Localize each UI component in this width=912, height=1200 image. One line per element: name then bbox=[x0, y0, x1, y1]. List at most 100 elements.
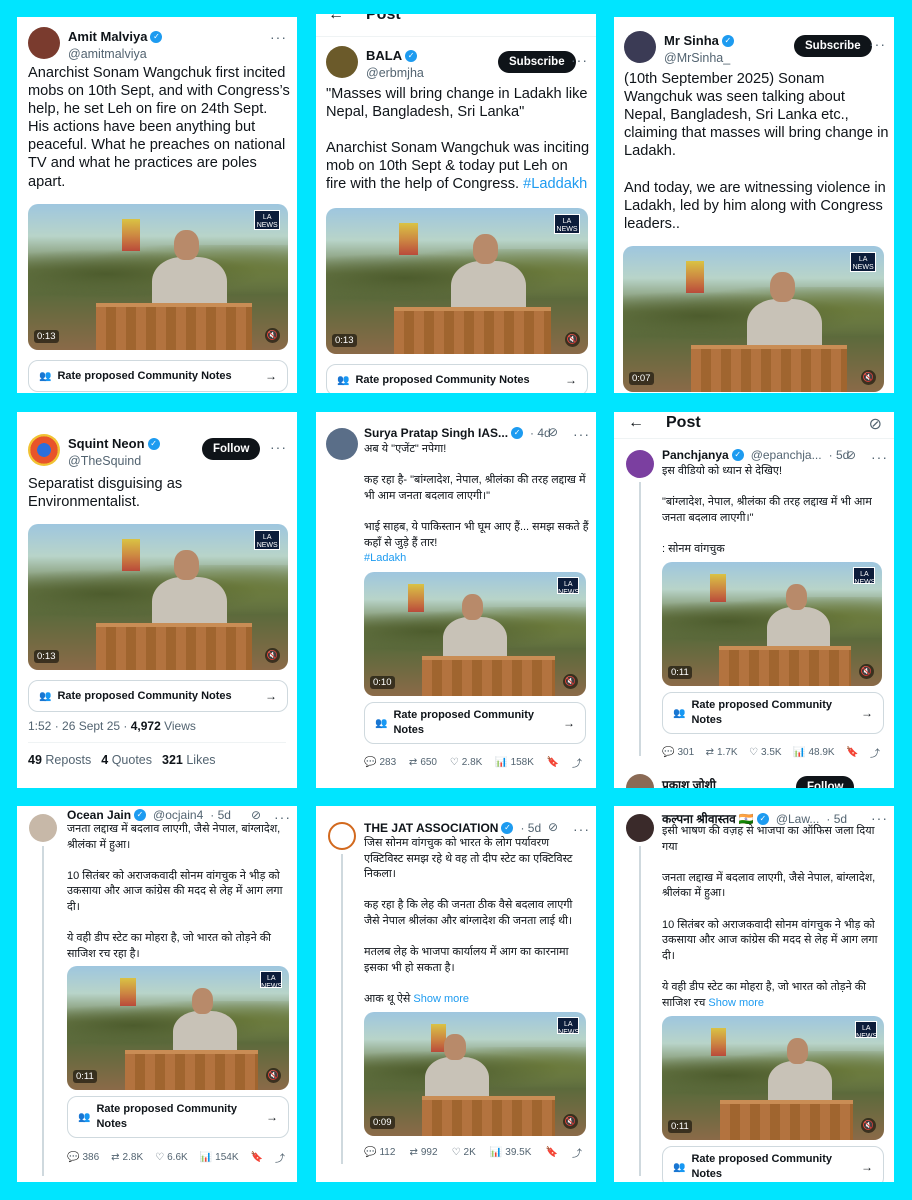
subscribe-button[interactable]: Subscribe bbox=[794, 35, 872, 57]
avatar[interactable] bbox=[626, 814, 654, 842]
reply-button[interactable]: 💬 301 bbox=[662, 747, 694, 758]
avatar[interactable] bbox=[29, 814, 57, 842]
grok-icon[interactable]: ⊘ bbox=[251, 808, 261, 822]
like-button[interactable]: ♡ 2.8K bbox=[450, 757, 483, 768]
subscribe-button[interactable]: Subscribe bbox=[498, 51, 576, 73]
video-player[interactable]: LA NEWS 0:09 🔇 bbox=[364, 1012, 586, 1136]
follow-button[interactable]: Follow bbox=[202, 438, 261, 460]
share-icon[interactable]: ⤴ bbox=[572, 1145, 582, 1160]
mute-icon[interactable]: 🔇 bbox=[861, 370, 876, 385]
rate-community-notes-button[interactable]: 👥 Rate proposed Community Notes → bbox=[28, 360, 288, 392]
rate-community-notes-button[interactable]: 👥 Rate proposed Community Notes → bbox=[28, 680, 288, 712]
views-button[interactable]: 📊 39.5K bbox=[490, 1147, 532, 1158]
video-player[interactable]: LA NEWS 0:11 🔇 bbox=[662, 1016, 884, 1140]
more-options-icon[interactable]: ··· bbox=[573, 821, 590, 837]
repost-button[interactable]: ⇄ 650 bbox=[409, 757, 437, 768]
more-options-icon[interactable]: ··· bbox=[270, 439, 287, 455]
mute-icon[interactable]: 🔇 bbox=[265, 648, 280, 663]
like-button[interactable]: ♡ 6.6K bbox=[155, 1152, 188, 1163]
avatar[interactable] bbox=[624, 31, 656, 63]
repost-button[interactable]: ⇄ 2.8K bbox=[111, 1152, 143, 1163]
quotes-stat[interactable]: 4 Quotes bbox=[101, 753, 152, 767]
reply-button[interactable]: 💬 386 bbox=[67, 1152, 99, 1163]
video-player[interactable]: LA NEWS 0:13 🔇 bbox=[28, 524, 288, 670]
share-icon[interactable]: ⤴ bbox=[572, 755, 582, 770]
grok-icon[interactable]: ⊘ bbox=[548, 425, 558, 439]
grok-icon[interactable]: ⊘ bbox=[846, 448, 856, 462]
video-player[interactable]: LA NEWS 0:11 🔇 bbox=[662, 562, 882, 686]
author-handle[interactable]: @MrSinha_ bbox=[664, 51, 734, 67]
views-button[interactable]: 📊 154K bbox=[200, 1152, 239, 1163]
avatar[interactable] bbox=[626, 450, 654, 478]
mute-icon[interactable]: 🔇 bbox=[861, 1118, 876, 1133]
author-handle[interactable]: @epanchja... bbox=[751, 448, 822, 462]
show-more-link[interactable]: Show more bbox=[708, 997, 764, 1009]
rate-community-notes-button[interactable]: 👥 Rate proposed Community Notes → bbox=[326, 364, 588, 393]
mute-icon[interactable]: 🔇 bbox=[563, 674, 578, 689]
author-name[interactable]: Surya Pratap Singh IAS... bbox=[364, 426, 508, 440]
author-name[interactable]: Mr Sinha bbox=[664, 33, 719, 49]
author-name[interactable]: Squint Neon bbox=[68, 436, 145, 452]
author-handle[interactable]: @ocjain4 bbox=[153, 808, 203, 822]
share-icon[interactable]: ⤴ bbox=[275, 1150, 285, 1165]
author-name[interactable]: Amit Malviya bbox=[68, 29, 147, 45]
views-button[interactable]: 📊 48.9K bbox=[793, 747, 835, 758]
show-more-link[interactable]: Show more bbox=[413, 993, 469, 1005]
video-player[interactable]: LA NEWS 0:10 🔇 bbox=[364, 572, 586, 696]
reply-button[interactable]: 💬 112 bbox=[364, 1147, 395, 1158]
grok-icon[interactable]: ⊘ bbox=[548, 820, 558, 834]
like-button[interactable]: ♡ 2K bbox=[452, 1147, 476, 1158]
rate-community-notes-button[interactable]: 👥 Rate proposed Community Notes → bbox=[364, 702, 586, 744]
grok-icon[interactable]: ⊘ bbox=[869, 414, 882, 434]
rate-community-notes-button[interactable]: 👥 Rate proposed Community Notes → bbox=[662, 692, 884, 734]
back-arrow-icon[interactable]: ← bbox=[628, 414, 644, 432]
avatar[interactable] bbox=[326, 46, 358, 78]
repost-button[interactable]: ⇄ 1.7K bbox=[706, 747, 738, 758]
author-handle[interactable]: @amitmalviya bbox=[68, 47, 162, 63]
reply-button[interactable]: 💬 283 bbox=[364, 757, 396, 768]
more-options-icon[interactable]: ··· bbox=[869, 36, 886, 52]
author-name[interactable]: BALA bbox=[366, 48, 402, 64]
hashtag-link[interactable]: #Laddakh bbox=[523, 176, 587, 192]
bookmark-icon[interactable]: 🔖 bbox=[547, 757, 559, 768]
likes-stat[interactable]: 321 Likes bbox=[162, 753, 216, 767]
video-player[interactable]: LA NEWS 0:13 🔇 bbox=[28, 204, 288, 350]
post-age[interactable]: · 5d bbox=[520, 821, 541, 835]
hashtag-link[interactable]: #Ladakh bbox=[364, 552, 406, 564]
post-time[interactable]: 1:52 · 26 Sept 25 · bbox=[28, 719, 131, 733]
next-reply-name[interactable]: प्रकाश जोशी bbox=[662, 776, 716, 788]
bookmark-icon[interactable]: 🔖 bbox=[545, 1147, 557, 1158]
avatar[interactable] bbox=[28, 27, 60, 59]
author-name[interactable]: Ocean Jain bbox=[67, 808, 131, 822]
author-name[interactable]: Panchjanya bbox=[662, 448, 729, 462]
mute-icon[interactable]: 🔇 bbox=[859, 664, 874, 679]
mute-icon[interactable]: 🔇 bbox=[265, 328, 280, 343]
avatar[interactable] bbox=[328, 822, 356, 850]
author-name[interactable]: THE JAT ASSOCIATION bbox=[364, 821, 498, 835]
more-options-icon[interactable]: ··· bbox=[270, 29, 287, 45]
next-reply-avatar[interactable] bbox=[626, 774, 654, 788]
more-options-icon[interactable]: ··· bbox=[573, 426, 590, 442]
repost-button[interactable]: ⇄ 992 bbox=[409, 1147, 437, 1158]
more-options-icon[interactable]: ··· bbox=[871, 449, 888, 465]
rate-community-notes-button[interactable]: 👥 Rate proposed Community Notes → bbox=[662, 1146, 884, 1182]
author-handle[interactable]: @TheSquind bbox=[68, 454, 160, 470]
follow-button[interactable]: Follow bbox=[796, 776, 855, 788]
post-age[interactable]: · 5d bbox=[210, 808, 231, 822]
video-player[interactable]: LA NEWS 0:07 🔇 bbox=[623, 246, 884, 392]
share-icon[interactable]: ⤴ bbox=[870, 745, 880, 760]
avatar[interactable] bbox=[28, 434, 60, 466]
author-handle[interactable]: @erbmjha bbox=[366, 66, 424, 82]
views-button[interactable]: 📊 158K bbox=[495, 757, 534, 768]
more-options-icon[interactable]: ··· bbox=[571, 52, 588, 68]
bookmark-icon[interactable]: 🔖 bbox=[251, 1152, 263, 1163]
like-button[interactable]: ♡ 3.5K bbox=[749, 747, 782, 758]
reposts-stat[interactable]: 49 Reposts bbox=[28, 753, 91, 767]
mute-icon[interactable]: 🔇 bbox=[565, 332, 580, 347]
rate-community-notes-button[interactable]: 👥 Rate proposed Community Notes → bbox=[67, 1096, 289, 1138]
video-player[interactable]: LA NEWS 0:11 🔇 bbox=[67, 966, 289, 1090]
mute-icon[interactable]: 🔇 bbox=[266, 1068, 281, 1083]
mute-icon[interactable]: 🔇 bbox=[563, 1114, 578, 1129]
back-arrow-icon[interactable]: ← bbox=[328, 14, 344, 24]
avatar[interactable] bbox=[326, 428, 358, 460]
